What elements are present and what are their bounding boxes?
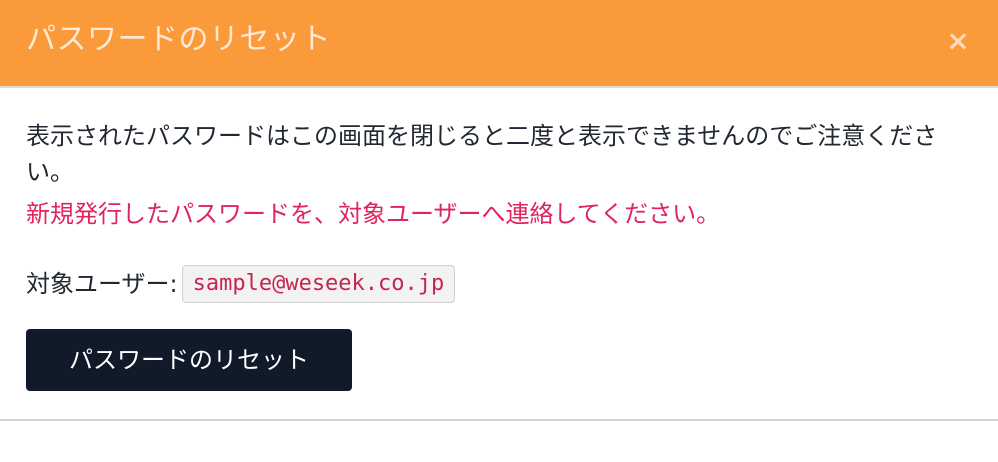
- close-button[interactable]: ×: [946, 26, 970, 56]
- password-reset-modal: パスワードのリセット × 表示されたパスワードはこの画面を閉じると二度と表示でき…: [0, 0, 998, 462]
- modal-header: パスワードのリセット ×: [0, 0, 998, 88]
- warning-text: 新規発行したパスワードを、対象ユーザーへ連絡してください。: [26, 200, 721, 228]
- modal-footer: [0, 419, 998, 462]
- target-user-row: 対象ユーザー: sample@weseek.co.jp: [26, 264, 456, 304]
- target-user-email: sample@weseek.co.jp: [181, 265, 456, 303]
- target-user-label: 対象ユーザー:: [26, 270, 178, 298]
- modal-title: パスワードのリセット: [26, 22, 331, 57]
- reset-password-button[interactable]: パスワードのリセット: [26, 329, 352, 391]
- notice-text: 表示されたパスワードはこの画面を閉じると二度と表示できませんのでご注意ください。: [26, 122, 938, 186]
- modal-body: 表示されたパスワードはこの画面を閉じると二度と表示できませんのでご注意ください。…: [0, 88, 998, 420]
